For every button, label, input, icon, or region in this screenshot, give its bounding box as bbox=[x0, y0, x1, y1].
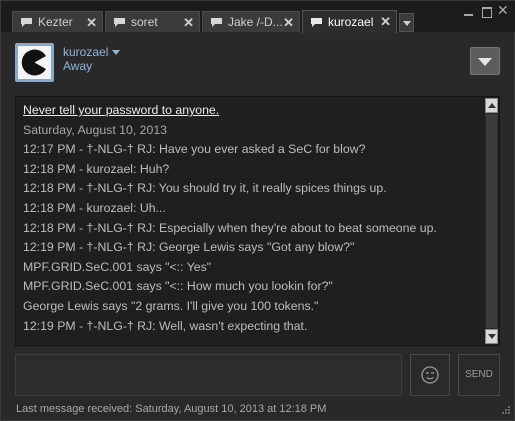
security-warning: Never tell your password to anyone. bbox=[23, 103, 220, 117]
scroll-up-button[interactable] bbox=[485, 98, 498, 113]
chat-message: George Lewis says "2 grams. I'll give yo… bbox=[23, 298, 319, 313]
vertical-scrollbar[interactable] bbox=[485, 98, 498, 344]
emoticon-icon bbox=[421, 366, 439, 384]
tab-kurozael[interactable]: kurozael ✕ bbox=[302, 10, 397, 33]
close-icon[interactable]: ✕ bbox=[283, 15, 294, 31]
scroll-down-button[interactable] bbox=[485, 329, 498, 344]
send-button[interactable]: SEND bbox=[458, 354, 500, 396]
tab-label: kurozael bbox=[328, 15, 374, 29]
chat-message: 12:18 PM - †-NLG-† RJ: You should try it… bbox=[23, 181, 387, 196]
message-input[interactable] bbox=[15, 354, 402, 396]
tab-label: soret bbox=[131, 15, 158, 29]
chat-options-button[interactable] bbox=[470, 47, 500, 75]
date-header: Saturday, August 10, 2013 bbox=[23, 122, 168, 137]
chat-message: MPF.GRID.SeC.001 says "<:: How much you … bbox=[23, 279, 333, 294]
tab-soret[interactable]: soret ✕ bbox=[105, 11, 200, 32]
chat-bubble-icon bbox=[20, 17, 33, 28]
chat-message: 12:17 PM - †-NLG-† RJ: Have you ever ask… bbox=[23, 142, 366, 157]
chat-bubble-icon bbox=[113, 17, 126, 28]
tab-label: Kezter bbox=[38, 15, 73, 29]
chat-history[interactable]: Never tell your password to anyone. Satu… bbox=[15, 96, 500, 346]
chat-bubble-icon bbox=[310, 17, 323, 28]
chat-message: 12:18 PM - †-NLG-† RJ: Especially when t… bbox=[23, 220, 437, 235]
chat-message: 12:18 PM - kurozael: Uh... bbox=[23, 200, 166, 215]
tab-label: Jake /-D... bbox=[228, 15, 283, 29]
chat-message: 12:19 PM - †-NLG-† RJ: Well, wasn't expe… bbox=[23, 318, 308, 333]
chevron-down-icon[interactable] bbox=[112, 50, 120, 55]
tabs-dropdown-button[interactable] bbox=[399, 13, 414, 32]
friend-status: Away bbox=[63, 59, 93, 73]
close-icon[interactable]: ✕ bbox=[380, 14, 391, 30]
maximize-icon[interactable] bbox=[480, 5, 494, 19]
chat-window: Kezter ✕ soret ✕ Jake /-D... ✕ kurozael … bbox=[0, 0, 515, 421]
chat-bubble-icon bbox=[210, 17, 223, 28]
scroll-thumb[interactable] bbox=[486, 114, 497, 328]
tab-jake[interactable]: Jake /-D... ✕ bbox=[202, 11, 300, 32]
pacman-avatar bbox=[18, 46, 51, 79]
chat-message: MPF.GRID.SeC.001 says "<:: Yes" bbox=[23, 259, 212, 274]
friend-name[interactable]: kurozael bbox=[63, 45, 108, 59]
last-message-status: Last message received: Saturday, August … bbox=[16, 403, 327, 415]
emoticon-button[interactable] bbox=[410, 354, 450, 396]
tab-bar: Kezter ✕ soret ✕ Jake /-D... ✕ kurozael … bbox=[1, 1, 515, 33]
window-close-icon[interactable]: ✕ bbox=[497, 2, 511, 18]
resize-grip-icon[interactable] bbox=[500, 406, 510, 416]
message-list: Never tell your password to anyone. Satu… bbox=[23, 101, 478, 336]
minimize-icon[interactable] bbox=[462, 5, 476, 19]
tab-kezter[interactable]: Kezter ✕ bbox=[12, 11, 103, 32]
close-icon[interactable]: ✕ bbox=[183, 15, 194, 31]
avatar[interactable] bbox=[15, 43, 54, 82]
chat-message: 12:19 PM - †-NLG-† RJ: George Lewis says… bbox=[23, 240, 355, 255]
chat-message: 12:18 PM - kurozael: Huh? bbox=[23, 161, 170, 176]
close-icon[interactable]: ✕ bbox=[86, 15, 97, 31]
